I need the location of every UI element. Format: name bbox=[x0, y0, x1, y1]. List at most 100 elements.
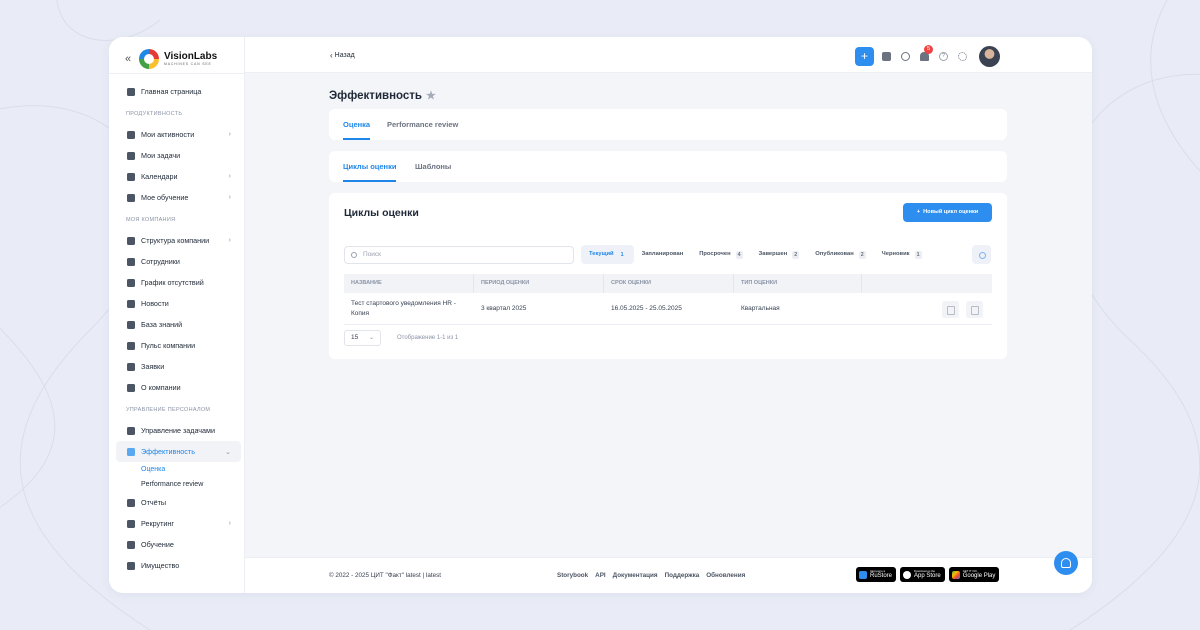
help-icon[interactable]: ? bbox=[939, 51, 948, 61]
tab-performance-review[interactable]: Performance review bbox=[387, 109, 458, 140]
sidebar-item-label: Управление задачами bbox=[141, 426, 215, 435]
main-content: Эффективность ★ Оценка Performance revie… bbox=[245, 73, 1092, 557]
footer: © 2022 - 2025 ЦИТ "Факт" latest | latest… bbox=[245, 557, 1092, 593]
tab-cycles[interactable]: Циклы оценки bbox=[343, 151, 397, 182]
chat-icon[interactable] bbox=[882, 51, 891, 61]
chevron-right-icon: › bbox=[228, 237, 231, 244]
sidebar-item-label: Мои задачи bbox=[141, 151, 181, 160]
store-big: App Store bbox=[914, 573, 941, 579]
column-header[interactable]: НАЗВАНИЕ bbox=[344, 274, 474, 293]
column-header-actions bbox=[862, 274, 992, 293]
footer-links: Storybook API Документация Поддержка Обн… bbox=[557, 572, 752, 579]
sidebar-divider bbox=[109, 73, 245, 74]
sidebar-item-home[interactable]: Главная страница bbox=[109, 81, 245, 102]
tab-templates[interactable]: Шаблоны bbox=[415, 151, 451, 182]
trash-icon[interactable] bbox=[966, 301, 983, 318]
filter-count: 1 bbox=[914, 250, 922, 259]
sidebar-item-learning[interactable]: Мое обучение › bbox=[109, 187, 245, 208]
column-header[interactable]: ТИП ОЦЕНКИ bbox=[734, 274, 862, 293]
page-size-select[interactable]: 15 ⌄ bbox=[344, 330, 381, 346]
filter-draft[interactable]: Черновик 1 bbox=[874, 245, 930, 264]
sidebar-item-recruiting[interactable]: Рекрутинг › bbox=[109, 513, 245, 534]
filter-completed[interactable]: Завершен 2 bbox=[751, 245, 808, 264]
avatar[interactable] bbox=[979, 45, 1000, 67]
filter-overdue[interactable]: Просрочен 4 bbox=[691, 245, 750, 264]
sidebar-item-knowledge[interactable]: База знаний bbox=[109, 314, 245, 335]
sidebar-item-label: Новости bbox=[141, 299, 169, 308]
new-cycle-button[interactable]: + Новый цикл оценки bbox=[903, 203, 992, 222]
new-cycle-label: Новый цикл оценки bbox=[923, 209, 979, 215]
section-company: МОЯ КОМПАНИЯ bbox=[126, 217, 176, 223]
sidebar-item-about[interactable]: О компании bbox=[109, 377, 245, 398]
filter-label: Текущий bbox=[589, 251, 614, 257]
column-header[interactable]: СРОК ОЦЕНКИ bbox=[604, 274, 734, 293]
sidebar-item-label: Мое обучение bbox=[141, 193, 189, 202]
reports-icon bbox=[127, 498, 135, 507]
sidebar-item-requests[interactable]: Заявки bbox=[109, 356, 245, 377]
sidebar-item-property[interactable]: Имущество bbox=[109, 555, 245, 576]
sidebar-subitem-review[interactable]: Performance review bbox=[109, 477, 245, 492]
search-input[interactable]: Поиск bbox=[344, 246, 574, 264]
create-button[interactable]: + bbox=[855, 46, 874, 66]
rustore-badge[interactable]: Загрузите в RuStore bbox=[856, 567, 897, 582]
filter-label: Черновик bbox=[881, 251, 910, 257]
chevron-right-icon: › bbox=[228, 173, 231, 180]
company-icon bbox=[127, 383, 135, 392]
sidebar-item-tasks[interactable]: Мои задачи bbox=[109, 145, 245, 166]
sidebar-item-label: Обучение bbox=[141, 540, 174, 549]
brand-name: VisionLabs bbox=[164, 51, 218, 62]
google-play-badge[interactable]: GET IT ON Google Play bbox=[948, 567, 1000, 582]
cell-type: Квартальная bbox=[741, 304, 780, 312]
sidebar-item-training[interactable]: Обучение bbox=[109, 534, 245, 555]
copy-icon[interactable] bbox=[942, 301, 959, 318]
sidebar-item-pulse[interactable]: Пульс компании bbox=[109, 335, 245, 356]
filter-count: 4 bbox=[735, 250, 743, 259]
sidebar-item-calendars[interactable]: Календари › bbox=[109, 166, 245, 187]
filter-count: 2 bbox=[792, 250, 800, 259]
sidebar-item-employees[interactable]: Сотрудники bbox=[109, 251, 245, 272]
filter-planned[interactable]: Запланирован bbox=[634, 245, 692, 264]
table-settings-icon[interactable] bbox=[972, 245, 991, 264]
chevron-left-icon: ‹ bbox=[330, 51, 333, 60]
footer-link-support[interactable]: Поддержка bbox=[665, 572, 700, 579]
cycles-card: Циклы оценки + Новый цикл оценки Поиск Т… bbox=[329, 193, 1007, 359]
filter-current[interactable]: Текущий 1 bbox=[581, 245, 634, 264]
support-chat-button[interactable] bbox=[1054, 551, 1078, 575]
collapse-sidebar-icon[interactable]: « bbox=[125, 53, 133, 65]
footer-link-updates[interactable]: Обновления bbox=[706, 572, 745, 579]
sidebar-item-performance[interactable]: Эффективность ⌄ bbox=[116, 441, 241, 462]
chevron-down-icon: ⌄ bbox=[225, 448, 231, 456]
app-store-badge[interactable]: Download on the App Store bbox=[900, 567, 945, 582]
star-icon[interactable]: ★ bbox=[426, 89, 436, 102]
sidebar-item-task-management[interactable]: Управление задачами bbox=[109, 420, 245, 441]
table-row[interactable]: Тест стартового уведомления HR - Копия 3… bbox=[344, 293, 992, 325]
trainer-icon bbox=[127, 540, 135, 549]
filter-label: Завершен bbox=[758, 251, 788, 257]
sidebar-item-label: Рекрутинг bbox=[141, 519, 175, 528]
bell-icon[interactable]: 5 bbox=[920, 44, 933, 61]
footer-link-storybook[interactable]: Storybook bbox=[557, 572, 588, 579]
back-link[interactable]: ‹ Назад bbox=[330, 51, 355, 60]
filter-published[interactable]: Опубликован 2 bbox=[807, 245, 873, 264]
sidebar-item-news[interactable]: Новости bbox=[109, 293, 245, 314]
footer-link-docs[interactable]: Документация bbox=[613, 572, 658, 579]
gear-icon[interactable] bbox=[958, 51, 967, 61]
sidebar-item-structure[interactable]: Структура компании › bbox=[109, 230, 245, 251]
page-size-value: 15 bbox=[351, 334, 359, 341]
news-icon bbox=[127, 299, 135, 308]
sidebar-item-label: Имущество bbox=[141, 561, 180, 570]
status-filters: Текущий 1 Запланирован Просрочен 4 Заверше… bbox=[581, 245, 930, 264]
cell-name[interactable]: Тест стартового уведомления HR - Копия bbox=[344, 293, 474, 324]
sidebar-nav: Главная страница ПРОДУКТИВНОСТЬ Мои акти… bbox=[109, 81, 245, 576]
sidebar-item-reports[interactable]: Отчёты bbox=[109, 492, 245, 513]
sidebar-subitem-rating[interactable]: Оценка bbox=[109, 462, 245, 477]
column-header[interactable]: ПЕРИОД ОЦЕНКИ bbox=[474, 274, 604, 293]
notification-badge: 5 bbox=[924, 44, 933, 54]
footer-link-api[interactable]: API bbox=[595, 572, 606, 579]
brand-tagline: MACHINES CAN SEE bbox=[164, 62, 212, 66]
tab-rating[interactable]: Оценка bbox=[343, 109, 371, 140]
search-icon[interactable] bbox=[901, 51, 910, 61]
people-icon bbox=[127, 257, 135, 266]
sidebar-item-absences[interactable]: График отсутствий bbox=[109, 272, 245, 293]
sidebar-item-activities[interactable]: Мои активности › bbox=[109, 124, 245, 145]
